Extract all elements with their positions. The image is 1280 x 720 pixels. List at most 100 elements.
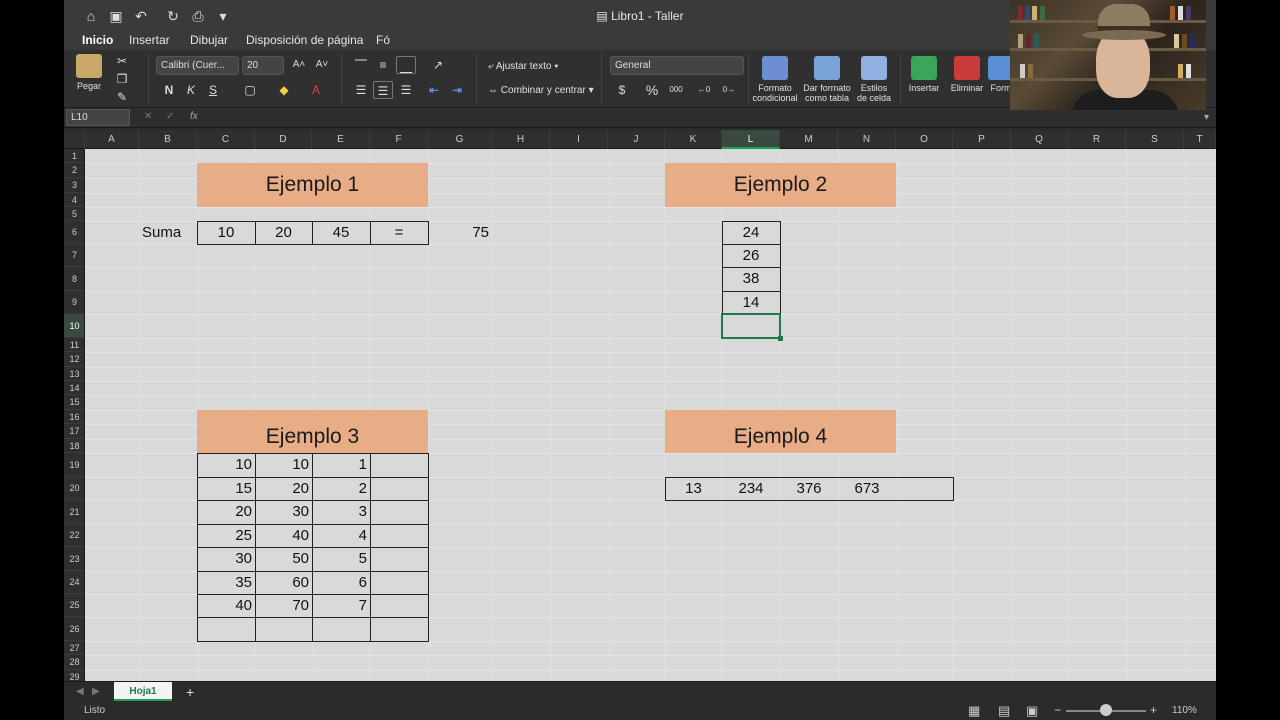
row-header[interactable]: 14 [64,381,84,395]
table-cell[interactable]: 50 [255,548,309,570]
next-sheet-icon[interactable]: ▶ [92,686,100,697]
align-right-icon[interactable]: ☰ [396,81,416,99]
table-cell[interactable]: 20 [255,478,309,500]
table-cell[interactable]: 20 [197,501,252,523]
row-header[interactable]: 21 [64,500,84,524]
table-cell[interactable]: 10 [255,454,309,476]
cell-C6[interactable]: 10 [197,222,255,244]
row-header[interactable]: 1 [64,149,84,163]
row-header[interactable]: 3 [64,178,84,193]
borders-icon[interactable]: ▢ [240,81,260,99]
cell-K20[interactable]: 13 [665,478,722,500]
underline-button[interactable]: S [203,81,223,99]
wrap-text-button[interactable]: ⤶ Ajustar texto ▾ [488,61,558,72]
ejemplo1-title[interactable]: Ejemplo 1 [197,163,428,207]
sheet-tab-hoja1[interactable]: Hoja1 [114,682,172,701]
column-header[interactable]: R [1068,130,1126,149]
copy-icon[interactable]: ❐ [112,70,132,88]
select-all-corner[interactable] [64,130,85,149]
table-cell[interactable]: 7 [312,595,367,617]
cell-L8[interactable]: 38 [722,268,780,290]
decrease-indent-icon[interactable]: ⇤ [424,81,444,99]
column-header[interactable]: Q [1011,130,1068,149]
column-header-selected[interactable]: L [722,130,780,149]
table-cell[interactable]: 3 [312,501,367,523]
column-header[interactable]: K [665,130,722,149]
cell-E6[interactable]: 45 [312,222,370,244]
align-middle-icon[interactable]: ≡ [373,56,393,74]
insert-function-button[interactable]: fx [190,111,198,122]
cancel-icon[interactable]: ✕ [144,111,152,122]
paste-button[interactable]: Pegar [72,54,106,91]
decrease-decimal-icon[interactable]: 0→ [719,81,739,99]
delete-cells-button[interactable]: Eliminar [946,56,988,93]
row-header[interactable]: 9 [64,291,84,314]
prev-sheet-icon[interactable]: ◀ [76,686,84,697]
table-cell[interactable]: 40 [197,595,252,617]
column-header[interactable]: H [492,130,550,149]
table-cell[interactable]: 5 [312,548,367,570]
column-header[interactable]: F [370,130,428,149]
row-header[interactable]: 18 [64,439,84,453]
row-header[interactable]: 13 [64,367,84,381]
name-box[interactable]: L10 [66,109,130,126]
table-cell[interactable]: 35 [197,572,252,594]
column-header[interactable]: G [428,130,492,149]
page-layout-view-icon[interactable]: ▤ [998,703,1010,719]
align-left-icon[interactable]: ☰ [351,81,371,99]
italic-button[interactable]: K [181,81,201,99]
row-header[interactable]: 5 [64,207,84,221]
column-header[interactable]: M [780,130,838,149]
insert-cells-button[interactable]: Insertar [904,56,944,93]
tab-insertar[interactable]: Insertar [129,33,170,47]
table-cell[interactable]: 1 [312,454,367,476]
row-header[interactable]: 28 [64,655,84,670]
row-header[interactable]: 25 [64,594,84,617]
suma-label[interactable]: Suma [142,222,194,244]
font-size-select[interactable]: 20 [242,56,284,75]
bold-button[interactable]: N [159,81,179,99]
row-header[interactable]: 6 [64,221,84,244]
cell-L6[interactable]: 24 [722,222,780,244]
row-header-selected[interactable]: 10 [64,314,84,338]
align-center-icon[interactable]: ☰ [373,81,393,99]
zoom-in-button[interactable]: + [1150,703,1157,717]
font-color-icon[interactable]: A [306,81,326,99]
format-as-table-button[interactable]: Dar formato como tabla [802,56,852,103]
table-cell[interactable]: 10 [197,454,252,476]
tab-formulas[interactable]: Fó [376,33,390,47]
column-header[interactable]: T [1184,130,1216,149]
row-header[interactable]: 2 [64,163,84,178]
table-cell[interactable]: 70 [255,595,309,617]
row-header[interactable]: 4 [64,193,84,207]
table-cell[interactable]: 60 [255,572,309,594]
conditional-format-button[interactable]: Formato condicional [750,56,800,103]
row-header[interactable]: 16 [64,410,84,424]
column-header[interactable]: S [1126,130,1184,149]
add-sheet-button[interactable]: + [186,684,194,700]
enter-icon[interactable]: ✓ [166,111,174,122]
increase-decimal-icon[interactable]: ←0 [694,81,714,99]
percent-button[interactable]: % [642,81,662,99]
font-name-select[interactable]: Calibri (Cuer... [156,56,239,75]
row-header[interactable]: 29 [64,670,84,681]
zoom-out-button[interactable]: − [1054,703,1061,717]
align-top-icon[interactable]: ⎺ [351,56,371,74]
cell-F6[interactable]: = [370,222,428,244]
column-header[interactable]: A [85,130,139,149]
column-header[interactable]: N [838,130,896,149]
row-header[interactable]: 12 [64,352,84,367]
column-header[interactable]: J [608,130,665,149]
expand-formula-icon[interactable]: ▾ [1204,112,1209,123]
increase-font-icon[interactable]: A˄ [289,56,309,74]
row-header[interactable]: 27 [64,641,84,655]
decrease-font-icon[interactable]: A˅ [312,56,332,74]
column-header[interactable]: O [896,130,953,149]
tab-dibujar[interactable]: Dibujar [190,33,228,47]
merge-center-button[interactable]: ⇔ Combinar y centrar ▾ [488,85,594,96]
cell-L7[interactable]: 26 [722,245,780,267]
row-header[interactable]: 11 [64,338,84,352]
currency-button[interactable]: $ [612,81,632,99]
column-header[interactable]: P [953,130,1011,149]
table-cell[interactable]: 6 [312,572,367,594]
